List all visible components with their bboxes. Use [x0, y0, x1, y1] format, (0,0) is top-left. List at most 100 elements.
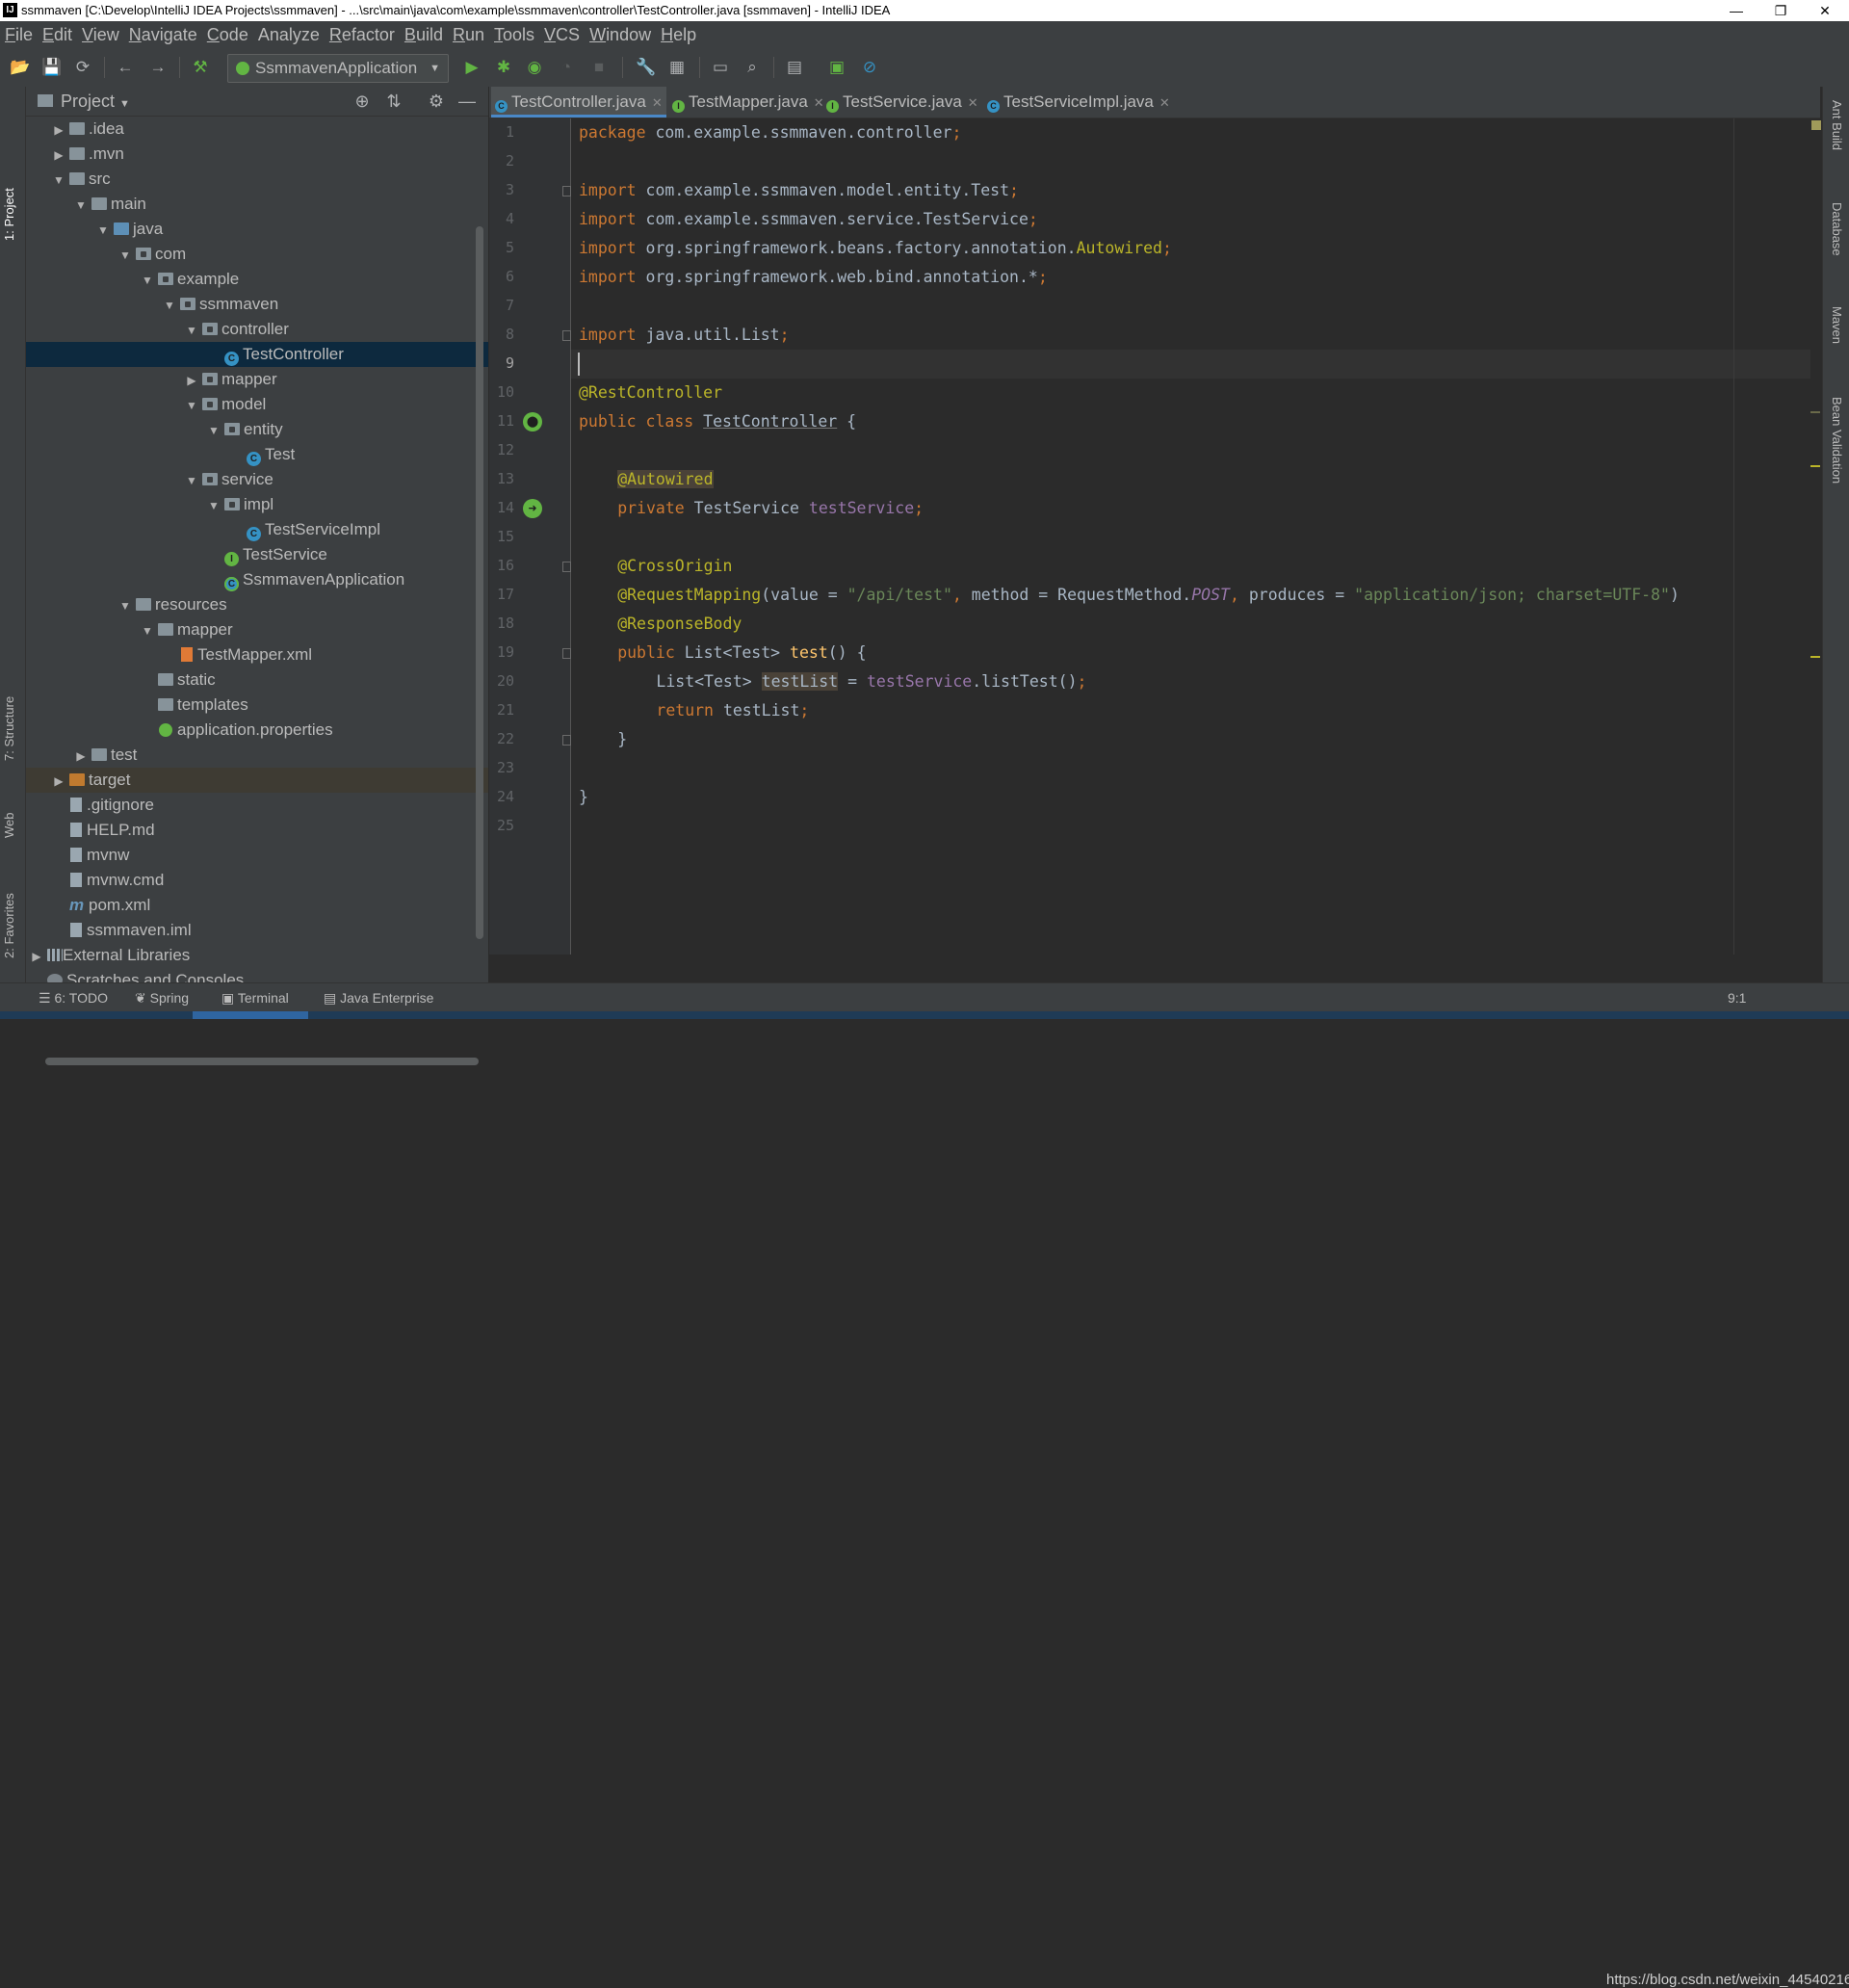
fold-marker-icon[interactable]	[562, 735, 571, 746]
tree-item[interactable]: C Test	[26, 442, 488, 467]
menu-vcs[interactable]: VCS	[539, 21, 585, 48]
marker[interactable]	[1810, 411, 1820, 413]
todo-tool-tab[interactable]: ☰ 6: TODO	[39, 983, 108, 1012]
tree-item[interactable]: mvnw	[26, 843, 488, 868]
tree-item[interactable]: C TestController	[26, 342, 488, 367]
collapse-arrow-icon[interactable]: ▶	[185, 368, 198, 393]
close-window-button[interactable]: ✕	[1803, 0, 1847, 21]
fold-marker-icon[interactable]	[562, 186, 571, 196]
tree-item[interactable]: static	[26, 667, 488, 693]
inspection-status-icon[interactable]	[1811, 120, 1821, 130]
expand-arrow-icon[interactable]: ▼	[185, 468, 198, 493]
tree-item[interactable]: ▶ .idea	[26, 117, 488, 142]
tree-item[interactable]: ▼ com	[26, 242, 488, 267]
fold-marker-icon[interactable]	[562, 562, 571, 572]
tree-item[interactable]: ▶ test	[26, 743, 488, 768]
search-icon[interactable]: ⌕	[742, 58, 762, 77]
editor-tab[interactable]: C TestServiceImpl.java ✕	[983, 87, 1170, 118]
debug-bug-icon[interactable]: ✱	[494, 58, 513, 77]
menu-tools[interactable]: Tools	[489, 21, 539, 48]
expand-arrow-icon[interactable]: ▼	[118, 243, 132, 268]
tree-item[interactable]: mvnw.cmd	[26, 868, 488, 893]
menu-navigate[interactable]: Navigate	[124, 21, 202, 48]
editor-tab[interactable]: I TestService.java ✕	[822, 87, 981, 118]
expand-arrow-icon[interactable]: ▼	[185, 393, 198, 418]
build-hammer-icon[interactable]: ⚒	[191, 58, 210, 77]
close-tab-icon[interactable]: ✕	[652, 95, 663, 110]
profiler-icon[interactable]: ◔	[557, 58, 576, 77]
open-folder-icon[interactable]: 📂	[10, 58, 30, 77]
collapse-all-icon[interactable]: ⇅	[384, 92, 404, 111]
java-enterprise-tool-tab[interactable]: ▤ Java Enterprise	[324, 983, 433, 1012]
expand-arrow-icon[interactable]: ▼	[118, 593, 132, 618]
project-structure-icon[interactable]: ▦	[667, 58, 687, 77]
tree-item[interactable]: ▼ entity	[26, 417, 488, 442]
terminal-tool-tab[interactable]: ▣ Terminal	[221, 983, 289, 1012]
run-icon[interactable]: ▶	[462, 58, 482, 77]
spring-tool-tab[interactable]: ❦ Spring	[135, 983, 189, 1012]
editor-tab[interactable]: I TestMapper.java ✕	[668, 87, 824, 118]
gear-icon[interactable]: ⚙	[427, 92, 446, 111]
tree-item[interactable]: ▼ model	[26, 392, 488, 417]
vcs-icon[interactable]: ▤	[785, 58, 804, 77]
close-tab-icon[interactable]: ✕	[1159, 95, 1170, 110]
autowired-navigate-gutter-icon[interactable]: ➜	[523, 499, 542, 518]
fold-marker-icon[interactable]	[562, 330, 571, 341]
menu-code[interactable]: Code	[202, 21, 253, 48]
forward-arrow-icon[interactable]: →	[148, 58, 168, 77]
expand-arrow-icon[interactable]: ▼	[141, 268, 154, 293]
stop-icon[interactable]: ■	[589, 58, 609, 77]
maven-tool-tab[interactable]: Maven	[1830, 306, 1844, 344]
tree-item[interactable]: ▶ mapper	[26, 367, 488, 392]
collapse-arrow-icon[interactable]: ▶	[74, 744, 88, 769]
ant-build-tool-tab[interactable]: Ant Build	[1830, 100, 1844, 150]
tree-item[interactable]: C SsmmavenApplication	[26, 567, 488, 592]
menu-file[interactable]: File	[0, 21, 38, 48]
tree-item[interactable]: C TestServiceImpl	[26, 517, 488, 542]
tree-item[interactable]: .gitignore	[26, 793, 488, 818]
menu-edit[interactable]: Edit	[38, 21, 77, 48]
expand-arrow-icon[interactable]: ▼	[96, 218, 110, 243]
database-tool-tab[interactable]: Database	[1830, 202, 1844, 256]
locate-crosshair-icon[interactable]: ⊕	[352, 92, 372, 111]
menu-help[interactable]: Help	[656, 21, 701, 48]
structure-tool-tab[interactable]: 7: Structure	[2, 696, 16, 761]
expand-arrow-icon[interactable]: ▼	[185, 318, 198, 343]
save-all-icon[interactable]: 💾	[41, 58, 62, 77]
tree-item[interactable]: ▼ src	[26, 167, 488, 192]
expand-arrow-icon[interactable]: ▼	[207, 418, 221, 443]
marker[interactable]	[1810, 465, 1820, 467]
tree-item[interactable]: ▼ mapper	[26, 617, 488, 642]
tree-item[interactable]: I TestService	[26, 542, 488, 567]
collapse-arrow-icon[interactable]: ▶	[52, 143, 65, 168]
cursor-position[interactable]: 9:1	[1728, 983, 1746, 1012]
collapse-arrow-icon[interactable]: ▶	[52, 769, 65, 794]
expand-arrow-icon[interactable]: ▼	[207, 493, 221, 518]
menu-analyze[interactable]: Analyze	[253, 21, 325, 48]
menu-build[interactable]: Build	[400, 21, 448, 48]
tree-item[interactable]: TestMapper.xml	[26, 642, 488, 667]
run-anything-icon[interactable]: ▭	[711, 58, 730, 77]
tree-item[interactable]: application.properties	[26, 718, 488, 743]
restore-button[interactable]: ❐	[1758, 0, 1803, 21]
tree-item[interactable]: templates	[26, 693, 488, 718]
activity-monitor-icon[interactable]: ▣	[827, 58, 846, 77]
menu-refactor[interactable]: Refactor	[325, 21, 400, 48]
tree-item[interactable]: ▼ service	[26, 467, 488, 492]
editor-tab[interactable]: C TestController.java ✕	[491, 87, 666, 118]
marker[interactable]	[1810, 656, 1820, 658]
synchronize-icon[interactable]: ⟳	[73, 58, 92, 77]
tree-item[interactable]: ▼ ssmmaven	[26, 292, 488, 317]
web-tool-tab[interactable]: Web	[2, 813, 16, 839]
tree-item[interactable]: ▶ target	[26, 768, 488, 793]
expand-arrow-icon[interactable]: ▼	[163, 293, 176, 318]
collapse-arrow-icon[interactable]: ▶	[52, 118, 65, 143]
menu-window[interactable]: Window	[585, 21, 656, 48]
tree-item[interactable]: ▼ java	[26, 217, 488, 242]
project-view-selector[interactable]: Project ▼	[61, 87, 130, 118]
expand-arrow-icon[interactable]: ▼	[141, 618, 154, 643]
spring-bean-gutter-icon[interactable]: ⬤	[523, 412, 542, 432]
collapse-arrow-icon[interactable]: ▶	[30, 944, 43, 969]
fold-marker-icon[interactable]	[562, 648, 571, 659]
settings-wrench-icon[interactable]: 🔧	[636, 58, 656, 77]
